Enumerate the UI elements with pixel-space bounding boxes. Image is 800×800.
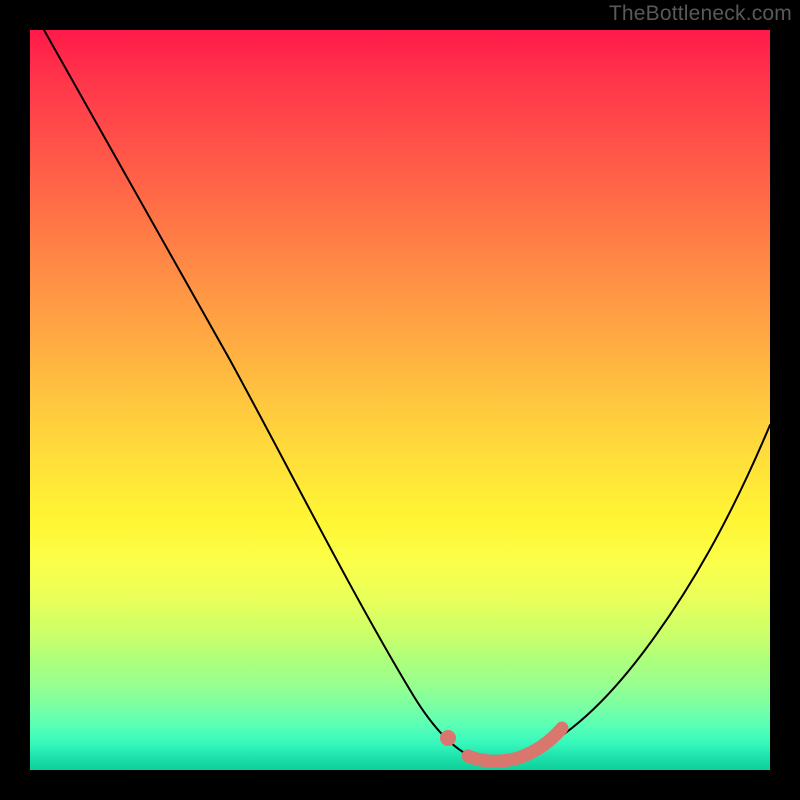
plot-area [30,30,770,770]
highlight-dot [440,730,456,746]
chart-frame: TheBottleneck.com [0,0,800,800]
watermark-text: TheBottleneck.com [609,2,792,26]
bottleneck-curve [44,30,770,761]
chart-svg [30,30,770,770]
highlight-segment [468,728,562,761]
